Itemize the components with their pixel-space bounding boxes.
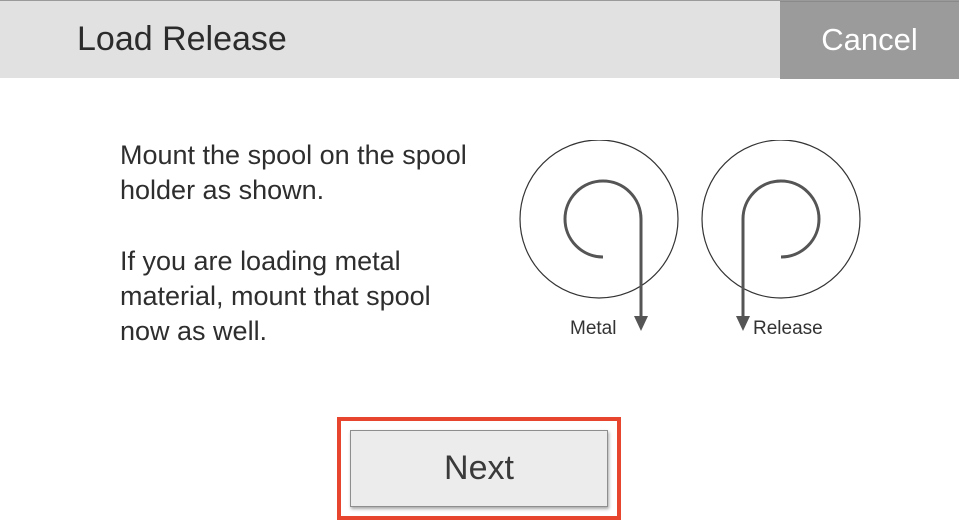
release-spool-illustration <box>701 140 861 331</box>
metal-spool-illustration <box>519 140 679 331</box>
cancel-button[interactable]: Cancel <box>780 1 959 79</box>
release-spool-label: Release <box>753 318 823 339</box>
instructions-text: Mount the spool on the spool holder as s… <box>120 138 480 349</box>
load-release-screen: Load Release Cancel Mount the spool on t… <box>0 0 959 528</box>
spool-diagram: Metal Release <box>519 140 861 339</box>
instruction-paragraph-mount: Mount the spool on the spool holder as s… <box>120 140 467 205</box>
instruction-paragraph-metal: If you are loading metal material, mount… <box>120 246 431 346</box>
metal-spool-label: Metal <box>570 318 616 339</box>
header-bar: Load Release Cancel <box>0 0 959 79</box>
next-button[interactable]: Next <box>350 430 608 507</box>
page-title: Load Release <box>77 20 287 58</box>
